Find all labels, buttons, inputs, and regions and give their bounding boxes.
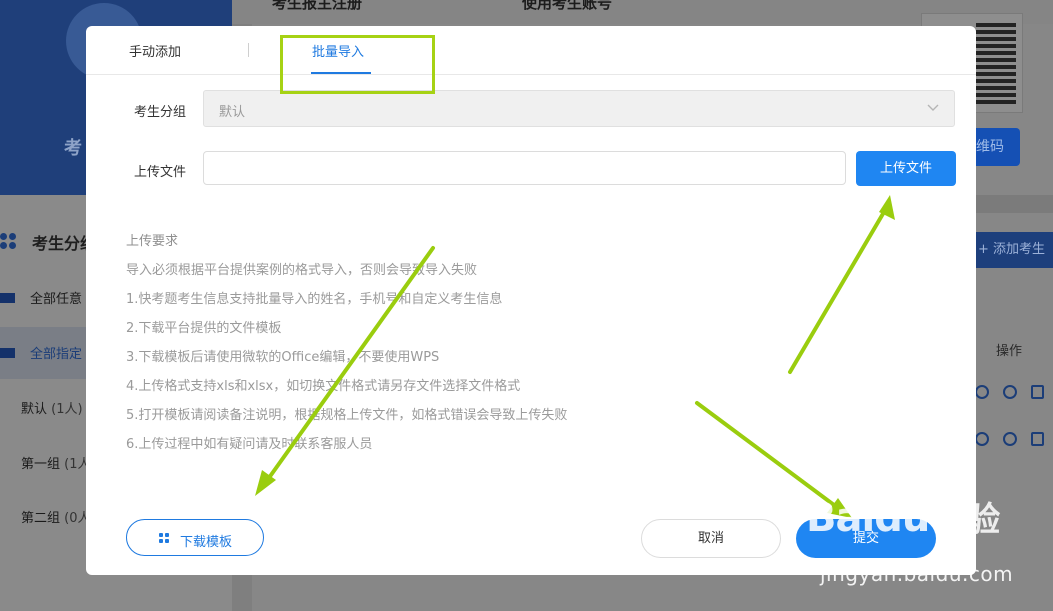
folder-icon — [0, 293, 15, 303]
edit-icon[interactable] — [975, 432, 989, 446]
download-template-button[interactable]: 下载模板 — [126, 519, 264, 556]
requirement-line: 5.打开模板请阅读备注说明，根据规格上传文件，如格式错误会导致上传失败 — [126, 408, 568, 423]
folder-icon — [0, 348, 15, 358]
top-text-right: 使用考生账号 — [522, 0, 613, 12]
profile-name: 考 — [64, 138, 82, 159]
trash-icon[interactable] — [1031, 432, 1044, 446]
requirement-line: 2.下载平台提供的文件模板 — [126, 321, 282, 336]
grid-icon — [0, 233, 16, 249]
trash-icon[interactable] — [1031, 385, 1044, 399]
annotation-highlight-box — [280, 35, 435, 94]
requirement-line: 4.上传格式支持xls和xlsx，如切换文件格式请另存文件选择文件格式 — [126, 379, 521, 394]
watermark-url: jingyan.baidu.com — [820, 562, 1014, 586]
group-select-value: 默认 — [219, 105, 246, 120]
group-item-second[interactable]: 第二组 (0人 — [21, 507, 91, 526]
gear-icon[interactable] — [1003, 432, 1017, 446]
upload-label: 上传文件 — [134, 165, 187, 180]
tab-divider — [248, 43, 249, 57]
gear-icon[interactable] — [1003, 385, 1017, 399]
chevron-down-icon — [927, 104, 939, 111]
requirement-line: 导入必须根据平台提供案例的格式导入，否则会导致导入失败 — [126, 263, 478, 278]
group-name: 第二组 — [21, 511, 61, 526]
requirements-title: 上传要求 — [126, 234, 179, 249]
group-count: (1人) — [51, 402, 83, 417]
baidu-logo: Baidu 经验 — [806, 495, 1000, 541]
grid-icon — [159, 533, 169, 543]
group-item-default[interactable]: 默认 (1人) — [21, 398, 83, 417]
download-template-label: 下载模板 — [180, 535, 233, 550]
requirement-line: 6.上传过程中如有疑问请及时联系客服人员 — [126, 437, 373, 452]
add-student-label: 添加考生 — [993, 242, 1046, 257]
edit-icon[interactable] — [975, 385, 989, 399]
plus-icon: + — [978, 242, 994, 257]
qr-button[interactable]: 维码 — [974, 128, 1020, 166]
cancel-button[interactable]: 取消 — [641, 519, 781, 558]
group-name: 默认 — [21, 402, 48, 417]
group-label: 考生分组 — [134, 105, 187, 120]
requirement-line: 1.快考题考生信息支持批量导入的姓名，手机号和自定义考生信息 — [126, 292, 503, 307]
top-text-left: 考生报主注册 — [272, 0, 363, 12]
file-path-input[interactable] — [203, 151, 846, 185]
group-name: 第一组 — [21, 457, 61, 472]
add-student-button[interactable]: + 添加考生 — [972, 232, 1053, 268]
upload-file-button[interactable]: 上传文件 — [856, 151, 956, 186]
row-actions — [975, 429, 1053, 451]
tab-manual-add[interactable]: 手动添加 — [129, 41, 181, 60]
menu-all-any-label: 全部任意 — [30, 292, 83, 307]
menu-all-assigned-label: 全部指定 — [30, 347, 83, 362]
watermark: Baidu 经验 jingyan.baidu.com — [806, 492, 1046, 607]
tab-bar: 手动添加 批量导入 — [86, 26, 976, 75]
row-actions — [975, 382, 1053, 404]
group-select[interactable]: 默认 — [203, 90, 955, 127]
group-item-first[interactable]: 第一组 (1人 — [21, 453, 91, 472]
column-operation: 操作 — [996, 344, 1023, 359]
requirement-line: 3.下载模板后请使用微软的Office编辑，不要使用WPS — [126, 350, 440, 365]
